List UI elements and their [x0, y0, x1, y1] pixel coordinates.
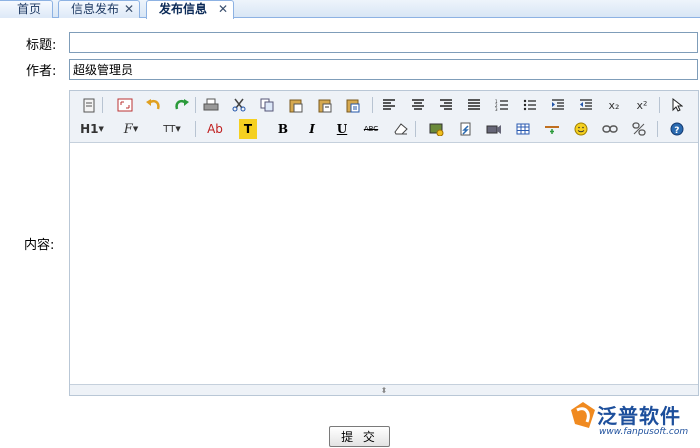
toolbar-divider — [415, 121, 416, 137]
font-size-dropdown[interactable]: TT ▼ — [158, 119, 186, 139]
content-label: 内容: — [24, 238, 55, 253]
submit-button[interactable]: 提 交 — [329, 426, 390, 447]
horizontal-rule-icon[interactable] — [542, 119, 562, 139]
heading-dropdown-label: H1 — [80, 122, 99, 136]
paste-word-icon[interactable] — [343, 95, 363, 115]
close-icon[interactable]: ✕ — [218, 1, 228, 18]
help-icon-label: ? — [674, 126, 679, 136]
outdent-icon[interactable] — [576, 95, 596, 115]
align-left-icon[interactable] — [379, 95, 399, 115]
underline-button[interactable]: U — [332, 119, 352, 139]
svg-text:3: 3 — [495, 107, 498, 111]
toolbar-divider — [195, 97, 196, 113]
align-right-icon[interactable] — [436, 95, 456, 115]
resize-grip-icon: ⬍ — [380, 385, 388, 395]
toolbar-divider — [657, 121, 658, 137]
resize-handle[interactable]: ⬍ — [70, 384, 698, 395]
paste-icon[interactable] — [286, 95, 306, 115]
tab-info-publish[interactable]: 信息发布 ✕ — [58, 0, 140, 18]
font-size-dropdown-label: TT — [163, 123, 176, 135]
font-family-dropdown-label: F — [123, 121, 133, 137]
cut-icon[interactable] — [229, 95, 249, 115]
strikethrough-button[interactable]: ABC — [359, 119, 383, 139]
toolbar-divider — [372, 97, 373, 113]
indent-icon[interactable] — [548, 95, 568, 115]
italic-button[interactable]: I — [302, 119, 322, 139]
help-icon[interactable]: ? — [667, 119, 687, 139]
insert-flash-icon[interactable] — [456, 119, 476, 139]
chevron-down-icon: ▼ — [98, 125, 104, 133]
tab-info-publish-label: 信息发布 — [71, 2, 120, 16]
heading-dropdown[interactable]: H1 ▼ — [76, 119, 108, 139]
close-icon[interactable]: ✕ — [124, 1, 134, 18]
font-family-dropdown[interactable]: F ▼ — [118, 119, 144, 139]
rich-text-editor: 123 x₂ x² H1 ▼ F ▼ TT ▼ Ab T B I U ABC ?… — [69, 90, 699, 396]
print-icon[interactable] — [201, 95, 221, 115]
undo-icon[interactable] — [143, 95, 163, 115]
editor-toolbar: 123 x₂ x² H1 ▼ F ▼ TT ▼ Ab T B I U ABC ? — [70, 91, 698, 143]
toolbar-divider — [102, 97, 103, 113]
logo-mark-icon — [571, 402, 595, 428]
source-icon[interactable] — [79, 95, 99, 115]
eraser-icon[interactable] — [391, 119, 411, 139]
tab-home-label: 首页 — [17, 2, 42, 16]
link-icon[interactable] — [600, 119, 620, 139]
ordered-list-icon[interactable]: 123 — [492, 95, 512, 115]
align-justify-icon[interactable] — [464, 95, 484, 115]
brand-logo: 泛普软件 www.fanpusoft.com — [569, 398, 697, 440]
copy-icon[interactable] — [257, 95, 277, 115]
font-color-button[interactable]: Ab — [204, 119, 226, 139]
select-pointer-icon[interactable] — [667, 95, 687, 115]
brand-url: www.fanpusoft.com — [599, 427, 689, 437]
emoticon-icon[interactable] — [571, 119, 591, 139]
superscript-button[interactable]: x² — [632, 95, 652, 115]
toolbar-divider — [659, 97, 660, 113]
subscript-button[interactable]: x₂ — [604, 95, 624, 115]
align-center-icon[interactable] — [408, 95, 428, 115]
paste-text-icon[interactable] — [315, 95, 335, 115]
insert-image-icon[interactable] — [427, 119, 447, 139]
insert-table-icon[interactable] — [513, 119, 533, 139]
unordered-list-icon[interactable] — [520, 95, 540, 115]
tab-home[interactable]: 首页 — [0, 0, 53, 18]
title-label: 标题: — [26, 38, 57, 53]
tab-publish-info[interactable]: 发布信息 ✕ — [146, 0, 234, 19]
author-input[interactable] — [69, 59, 698, 80]
bold-button[interactable]: B — [273, 119, 293, 139]
title-input[interactable] — [69, 32, 698, 53]
unlink-icon[interactable] — [629, 119, 649, 139]
tab-strip: 首页 信息发布 ✕ 发布信息 ✕ — [0, 0, 700, 19]
author-label: 作者: — [26, 64, 57, 79]
chevron-down-icon: ▼ — [132, 125, 139, 133]
redo-icon[interactable] — [172, 95, 192, 115]
tab-publish-info-label: 发布信息 — [159, 2, 208, 16]
toolbar-divider — [195, 121, 196, 137]
brand-name: 泛普软件 — [597, 404, 681, 428]
fullscreen-icon[interactable] — [115, 95, 135, 115]
highlight-color-button[interactable]: T — [239, 119, 257, 139]
editor-content-area[interactable] — [70, 143, 698, 384]
insert-media-icon[interactable] — [484, 119, 504, 139]
chevron-down-icon: ▼ — [175, 125, 181, 133]
